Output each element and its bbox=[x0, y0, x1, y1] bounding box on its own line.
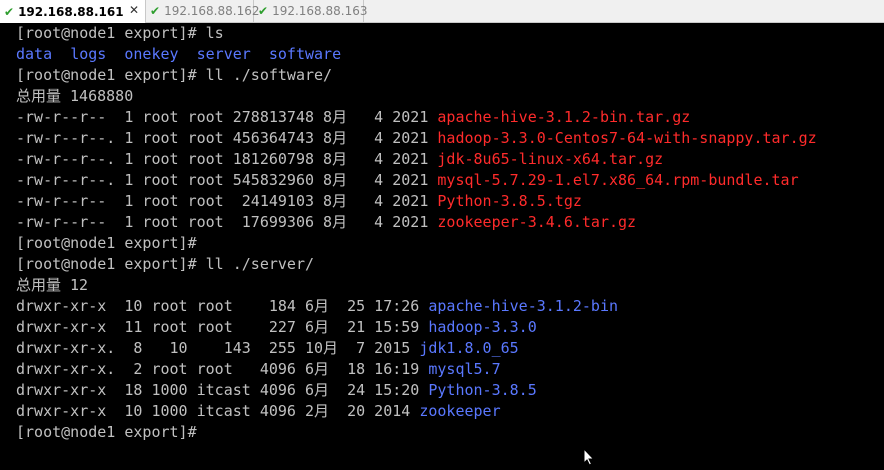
file-name: hadoop-3.3.0-Centos7-64-with-snappy.tar.… bbox=[437, 129, 817, 147]
file-metadata: drwxr-xr-x. 8 10 143 255 10月 7 2015 bbox=[16, 339, 420, 357]
tab-bar: ✔ 192.168.88.161 ✕ ✔ 192.168.88.162 ✔ 19… bbox=[0, 0, 884, 23]
check-icon: ✔ bbox=[150, 4, 161, 18]
tab-label: 192.168.88.162 bbox=[164, 4, 260, 18]
ls-output: data logs onekey server software bbox=[16, 44, 341, 65]
prompt-line: [root@node1 export]# ls bbox=[16, 23, 224, 44]
file-metadata: drwxr-xr-x 10 root root 184 6月 25 17:26 bbox=[16, 297, 429, 315]
shell-command: ls bbox=[205, 24, 224, 42]
file-listing-row: drwxr-xr-x. 2 root root 4096 6月 18 16:19… bbox=[16, 359, 501, 380]
close-icon[interactable]: ✕ bbox=[129, 3, 139, 17]
shell-prompt: [root@node1 export]# bbox=[16, 66, 206, 84]
tab-192-168-88-161[interactable]: ✔ 192.168.88.161 ✕ bbox=[0, 0, 146, 23]
file-metadata: -rw-r--r-- 1 root root 24149103 8月 4 202… bbox=[16, 192, 438, 210]
file-metadata: drwxr-xr-x. 2 root root 4096 6月 18 16:19 bbox=[16, 360, 429, 378]
prompt-line: [root@node1 export]# bbox=[16, 233, 197, 254]
terminal-output[interactable]: [root@node1 export]# ls data logs onekey … bbox=[0, 23, 884, 470]
file-metadata: drwxr-xr-x 10 1000 itcast 4096 2月 20 201… bbox=[16, 402, 420, 420]
directory-entry: software bbox=[268, 45, 342, 63]
check-icon: ✔ bbox=[258, 4, 269, 18]
file-name: hadoop-3.3.0 bbox=[428, 318, 537, 336]
file-name: apache-hive-3.1.2-bin bbox=[428, 297, 619, 315]
file-listing-row: drwxr-xr-x 11 root root 227 6月 21 15:59 … bbox=[16, 317, 537, 338]
prompt-line: [root@node1 export]# ll ./server/ bbox=[16, 254, 314, 275]
shell-command: ll ./server/ bbox=[205, 255, 315, 273]
prompt-line: [root@node1 export]# bbox=[16, 422, 206, 443]
file-name: apache-hive-3.1.2-bin.tar.gz bbox=[437, 108, 691, 126]
tab-192-168-88-163[interactable]: ✔ 192.168.88.163 bbox=[254, 0, 368, 22]
check-icon: ✔ bbox=[4, 4, 15, 19]
shell-prompt: [root@node1 export]# bbox=[16, 234, 197, 252]
directory-entry: logs bbox=[70, 45, 107, 63]
file-name: mysql5.7 bbox=[428, 360, 501, 378]
tab-192-168-88-162[interactable]: ✔ 192.168.88.162 bbox=[146, 0, 260, 22]
file-name: zookeeper bbox=[419, 402, 501, 420]
file-listing-row: -rw-r--r--. 1 root root 456364743 8月 4 2… bbox=[16, 128, 817, 149]
file-listing-row: -rw-r--r-- 1 root root 278813748 8月 4 20… bbox=[16, 107, 690, 128]
directory-entry: onekey bbox=[124, 45, 179, 63]
file-name: Python-3.8.5.tgz bbox=[437, 192, 582, 210]
total-line: 总用量 12 bbox=[16, 276, 89, 294]
shell-command: ll ./software/ bbox=[205, 66, 333, 84]
file-listing-row: drwxr-xr-x 18 1000 itcast 4096 6月 24 15:… bbox=[16, 380, 537, 401]
directory-entry: server bbox=[196, 45, 251, 63]
file-metadata: -rw-r--r-- 1 root root 278813748 8月 4 20… bbox=[16, 108, 438, 126]
file-listing-row: -rw-r--r--. 1 root root 181260798 8月 4 2… bbox=[16, 149, 663, 170]
file-metadata: -rw-r--r-- 1 root root 17699306 8月 4 202… bbox=[16, 213, 438, 231]
total-line: 总用量 1468880 bbox=[16, 87, 134, 105]
file-name: zookeeper-3.4.6.tar.gz bbox=[437, 213, 637, 231]
cursor bbox=[197, 423, 206, 441]
file-name: mysql-5.7.29-1.el7.x86_64.rpm-bundle.tar bbox=[437, 171, 799, 189]
file-listing-row: -rw-r--r-- 1 root root 24149103 8月 4 202… bbox=[16, 191, 582, 212]
directory-entry: data bbox=[16, 45, 53, 63]
file-metadata: drwxr-xr-x 11 root root 227 6月 21 15:59 bbox=[16, 318, 429, 336]
shell-prompt: [root@node1 export]# bbox=[16, 423, 197, 441]
file-metadata: -rw-r--r--. 1 root root 181260798 8月 4 2… bbox=[16, 150, 438, 168]
file-listing-row: drwxr-xr-x 10 root root 184 6月 25 17:26 … bbox=[16, 296, 618, 317]
file-metadata: -rw-r--r--. 1 root root 545832960 8月 4 2… bbox=[16, 171, 438, 189]
file-name: jdk1.8.0_65 bbox=[419, 339, 519, 357]
shell-prompt: [root@node1 export]# bbox=[16, 24, 206, 42]
file-listing-row: drwxr-xr-x 10 1000 itcast 4096 2月 20 201… bbox=[16, 401, 501, 422]
file-listing-row: drwxr-xr-x. 8 10 143 255 10月 7 2015 jdk1… bbox=[16, 338, 519, 359]
file-name: Python-3.8.5 bbox=[428, 381, 537, 399]
file-listing-row: -rw-r--r--. 1 root root 545832960 8月 4 2… bbox=[16, 170, 799, 191]
tab-label: 192.168.88.161 bbox=[18, 4, 124, 19]
file-listing-row: -rw-r--r-- 1 root root 17699306 8月 4 202… bbox=[16, 212, 636, 233]
file-metadata: -rw-r--r--. 1 root root 456364743 8月 4 2… bbox=[16, 129, 438, 147]
tab-label: 192.168.88.163 bbox=[272, 4, 368, 18]
shell-prompt: [root@node1 export]# bbox=[16, 255, 206, 273]
prompt-line: [root@node1 export]# ll ./software/ bbox=[16, 65, 332, 86]
file-name: jdk-8u65-linux-x64.tar.gz bbox=[437, 150, 664, 168]
mouse-pointer-icon bbox=[583, 448, 595, 466]
file-metadata: drwxr-xr-x 18 1000 itcast 4096 6月 24 15:… bbox=[16, 381, 429, 399]
